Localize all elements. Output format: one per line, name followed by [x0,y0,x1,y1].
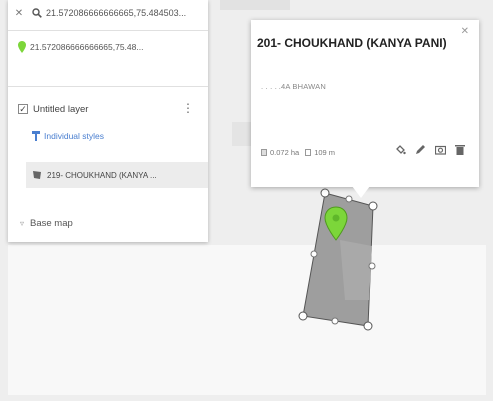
layers-panel: ✕ 21.572086666666665,75.484503... 21.572… [8,0,208,242]
individual-styles-link[interactable]: Individual styles [8,128,208,144]
popup-pointer [352,186,370,198]
vertex-handle[interactable] [363,321,373,331]
feature-info-popup: 201- CHOUKHAND (KANYA PANI) ✕ . . . . .4… [251,20,479,187]
layer-name[interactable]: Untitled layer [33,104,88,115]
close-icon[interactable]: ✕ [12,8,26,19]
search-row: ✕ 21.572086666666665,75.484503... [8,4,208,22]
vertex-handle[interactable] [320,188,330,198]
midpoint-handle[interactable] [310,250,318,258]
paint-brush-icon [32,131,40,141]
area-icon [261,149,267,156]
layer-header[interactable]: ✓ Untitled layer ⋮ [8,100,208,118]
search-result-label: 21.572086666666665,75.48... [30,42,144,52]
base-map-label[interactable]: Base map [30,218,73,229]
midpoint-handle[interactable] [368,262,376,270]
trash-icon[interactable] [455,144,465,155]
close-icon[interactable]: ✕ [461,26,469,37]
feature-label: 219- CHOUKHAND (KANYA ... [47,170,157,180]
checkbox-icon[interactable]: ✓ [18,104,28,114]
pencil-icon[interactable] [415,144,426,155]
more-vert-icon[interactable]: ⋮ [182,102,194,114]
styles-label[interactable]: Individual styles [44,131,104,141]
polygon-shade [340,240,372,300]
popup-title: 201- CHOUKHAND (KANYA PANI) [257,36,447,50]
map-pin-icon [18,41,26,53]
popup-actions [395,144,465,155]
search-result-item[interactable]: 21.572086666666665,75.48... [8,38,208,56]
popup-measurements: 0.072 ha 109 m [261,148,335,157]
area-value: 0.072 ha [270,148,300,157]
expand-icon[interactable]: ▿ [20,219,24,228]
divider [8,30,208,31]
paint-bucket-icon[interactable] [395,144,406,155]
base-map-toggle[interactable]: ▿ Base map [8,214,208,232]
midpoint-handle[interactable] [331,317,339,325]
polygon-icon [32,170,42,180]
perimeter-icon [305,149,312,156]
divider [8,86,208,87]
popup-description: . . . . .4A BHAWAN [261,82,326,91]
vertex-handle[interactable] [298,311,308,321]
search-icon[interactable] [32,8,46,18]
perimeter-value: 109 m [314,148,336,157]
search-input[interactable]: 21.572086666666665,75.484503... [46,8,186,18]
feature-item[interactable]: 219- CHOUKHAND (KANYA ... [26,162,208,188]
vertex-handle[interactable] [368,201,378,211]
camera-icon[interactable] [435,144,446,155]
